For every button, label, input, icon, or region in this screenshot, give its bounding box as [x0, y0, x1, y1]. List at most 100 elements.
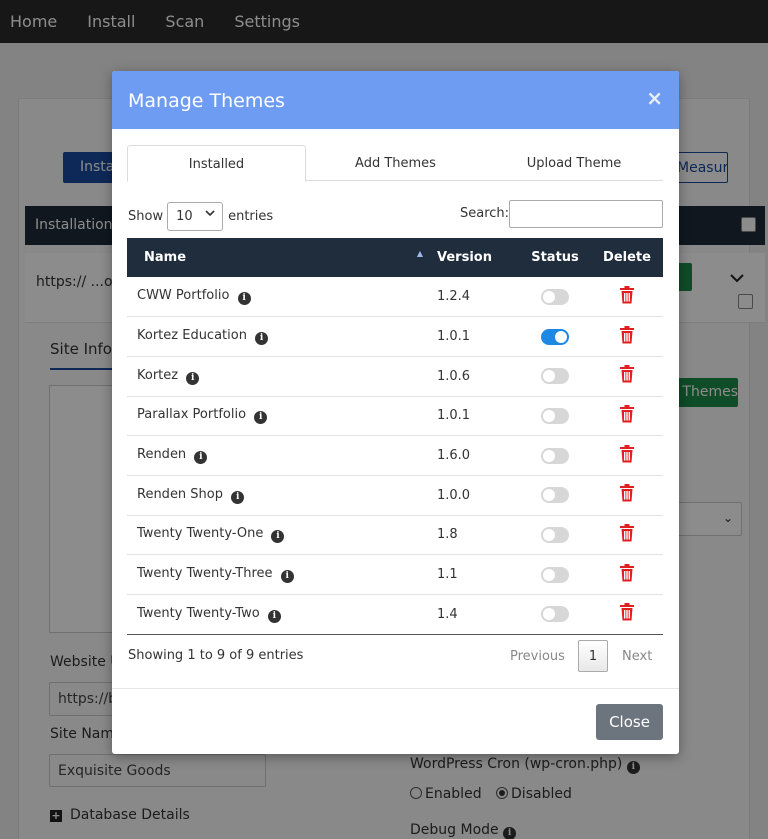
modal-title: Manage Themes — [128, 90, 285, 112]
manage-themes-modal: Manage Themes × Installed Add Themes Upl… — [112, 71, 679, 754]
theme-name: Twenty Twenty-Two — [137, 605, 260, 621]
table-row: Parallax Portfolio i 1.0.1 — [127, 396, 663, 436]
theme-version: 1.0.1 — [437, 408, 471, 424]
close-icon[interactable]: × — [646, 86, 663, 110]
search-label: Search: — [460, 206, 510, 221]
theme-name: Twenty Twenty-One — [137, 526, 264, 542]
table-row: Renden Shop i 1.0.0 — [127, 475, 663, 516]
search-input[interactable] — [509, 200, 663, 228]
trash-icon[interactable] — [619, 603, 635, 625]
trash-icon[interactable] — [619, 325, 635, 348]
info-icon[interactable]: i — [267, 609, 281, 623]
status-cell — [519, 515, 591, 555]
status-toggle[interactable] — [541, 407, 569, 424]
column-version[interactable]: Version — [437, 238, 519, 277]
table-row: CWW Portfolio i 1.2.4 — [127, 277, 663, 317]
status-toggle[interactable] — [541, 606, 569, 623]
info-icon[interactable]: i — [271, 530, 285, 544]
delete-cell — [591, 436, 663, 476]
info-icon[interactable]: i — [231, 490, 245, 504]
table-row: Kortez i 1.0.6 — [127, 356, 663, 397]
status-toggle[interactable] — [541, 368, 569, 385]
trash-icon[interactable] — [619, 444, 635, 467]
delete-cell — [591, 475, 663, 515]
theme-name-cell: Parallax Portfolio i — [127, 396, 437, 436]
table-row: Twenty Twenty-One i 1.8 — [127, 515, 663, 555]
close-button[interactable]: Close — [596, 704, 663, 740]
status-toggle[interactable] — [541, 447, 569, 464]
theme-version: 1.8 — [437, 527, 458, 543]
column-delete[interactable]: Delete — [591, 238, 663, 277]
status-toggle[interactable] — [541, 487, 569, 504]
tab-installed[interactable]: Installed — [127, 145, 306, 182]
theme-name-cell: Renden Shop i — [127, 475, 437, 515]
tab-upload-theme[interactable]: Upload Theme — [485, 145, 663, 181]
theme-version: 1.6.0 — [437, 448, 471, 464]
table-row: Renden i 1.6.0 — [127, 436, 663, 476]
table-row: Kortez Education i 1.0.1 — [127, 317, 663, 357]
status-cell — [519, 396, 591, 436]
delete-cell — [591, 396, 663, 436]
status-cell — [519, 277, 591, 317]
chevron-down-icon — [205, 209, 215, 220]
delete-cell — [591, 595, 663, 635]
status-toggle[interactable] — [541, 526, 569, 543]
modal-header: Manage Themes × — [112, 71, 679, 129]
entries-length: Show 10 entries — [128, 202, 273, 231]
status-cell — [519, 595, 591, 635]
theme-name-cell: Twenty Twenty-One i — [127, 515, 437, 555]
trash-icon[interactable] — [619, 523, 635, 546]
status-cell — [519, 436, 591, 476]
theme-name: Renden — [137, 447, 187, 463]
table-row: Twenty Twenty-Three i 1.1 — [127, 555, 663, 595]
theme-name-cell: Twenty Twenty-Three i — [127, 555, 437, 595]
theme-name-cell: Kortez Education i — [127, 317, 437, 357]
info-icon[interactable]: i — [255, 332, 269, 346]
trash-icon[interactable] — [619, 563, 635, 586]
page-button-1[interactable]: 1 — [578, 640, 608, 672]
previous-page-button[interactable]: Previous — [510, 649, 565, 664]
column-status[interactable]: Status — [519, 238, 591, 277]
trash-icon[interactable] — [619, 404, 635, 427]
theme-version: 1.1 — [437, 567, 458, 583]
entries-select[interactable]: 10 — [167, 202, 224, 231]
next-page-button[interactable]: Next — [622, 649, 652, 664]
info-icon[interactable]: i — [186, 371, 200, 385]
theme-version: 1.2.4 — [437, 289, 471, 305]
theme-name: Parallax Portfolio — [137, 407, 247, 423]
tab-add-themes[interactable]: Add Themes — [306, 145, 485, 181]
delete-cell — [591, 277, 663, 317]
info-icon[interactable]: i — [280, 570, 294, 584]
theme-version: 1.0.0 — [437, 487, 471, 503]
theme-name-cell: CWW Portfolio i — [127, 277, 437, 317]
status-toggle[interactable] — [541, 566, 569, 583]
info-icon[interactable]: i — [237, 292, 251, 306]
theme-name: Renden Shop — [137, 486, 224, 502]
trash-icon[interactable] — [619, 285, 635, 308]
theme-name: Kortez — [137, 367, 179, 383]
theme-name-cell: Kortez i — [127, 356, 437, 396]
info-icon[interactable]: i — [194, 451, 208, 465]
modal-footer-divider — [112, 688, 679, 689]
trash-icon[interactable] — [619, 484, 635, 506]
trash-icon[interactable] — [619, 365, 635, 387]
theme-name-cell: Renden i — [127, 436, 437, 476]
themes-table: Name ▲ Version Status Delete CWW Portfoli… — [127, 238, 663, 635]
status-cell — [519, 317, 591, 357]
status-cell — [519, 475, 591, 515]
table-header-row: Name ▲ Version Status Delete — [127, 238, 663, 277]
table-row: Twenty Twenty-Two i 1.4 — [127, 595, 663, 635]
delete-cell — [591, 515, 663, 555]
status-toggle[interactable] — [541, 328, 569, 345]
theme-version: 1.4 — [437, 606, 458, 622]
theme-version: 1.0.1 — [437, 329, 471, 345]
theme-name: Twenty Twenty-Three — [137, 566, 273, 582]
delete-cell — [591, 317, 663, 357]
column-name[interactable]: Name ▲ — [127, 238, 437, 277]
theme-name-cell: Twenty Twenty-Two i — [127, 595, 437, 635]
show-label: Show — [128, 209, 164, 224]
status-toggle[interactable] — [541, 288, 569, 305]
sort-asc-icon: ▲ — [416, 249, 423, 258]
table-info: Showing 1 to 9 of 9 entries — [128, 648, 304, 663]
info-icon[interactable]: i — [254, 411, 268, 425]
